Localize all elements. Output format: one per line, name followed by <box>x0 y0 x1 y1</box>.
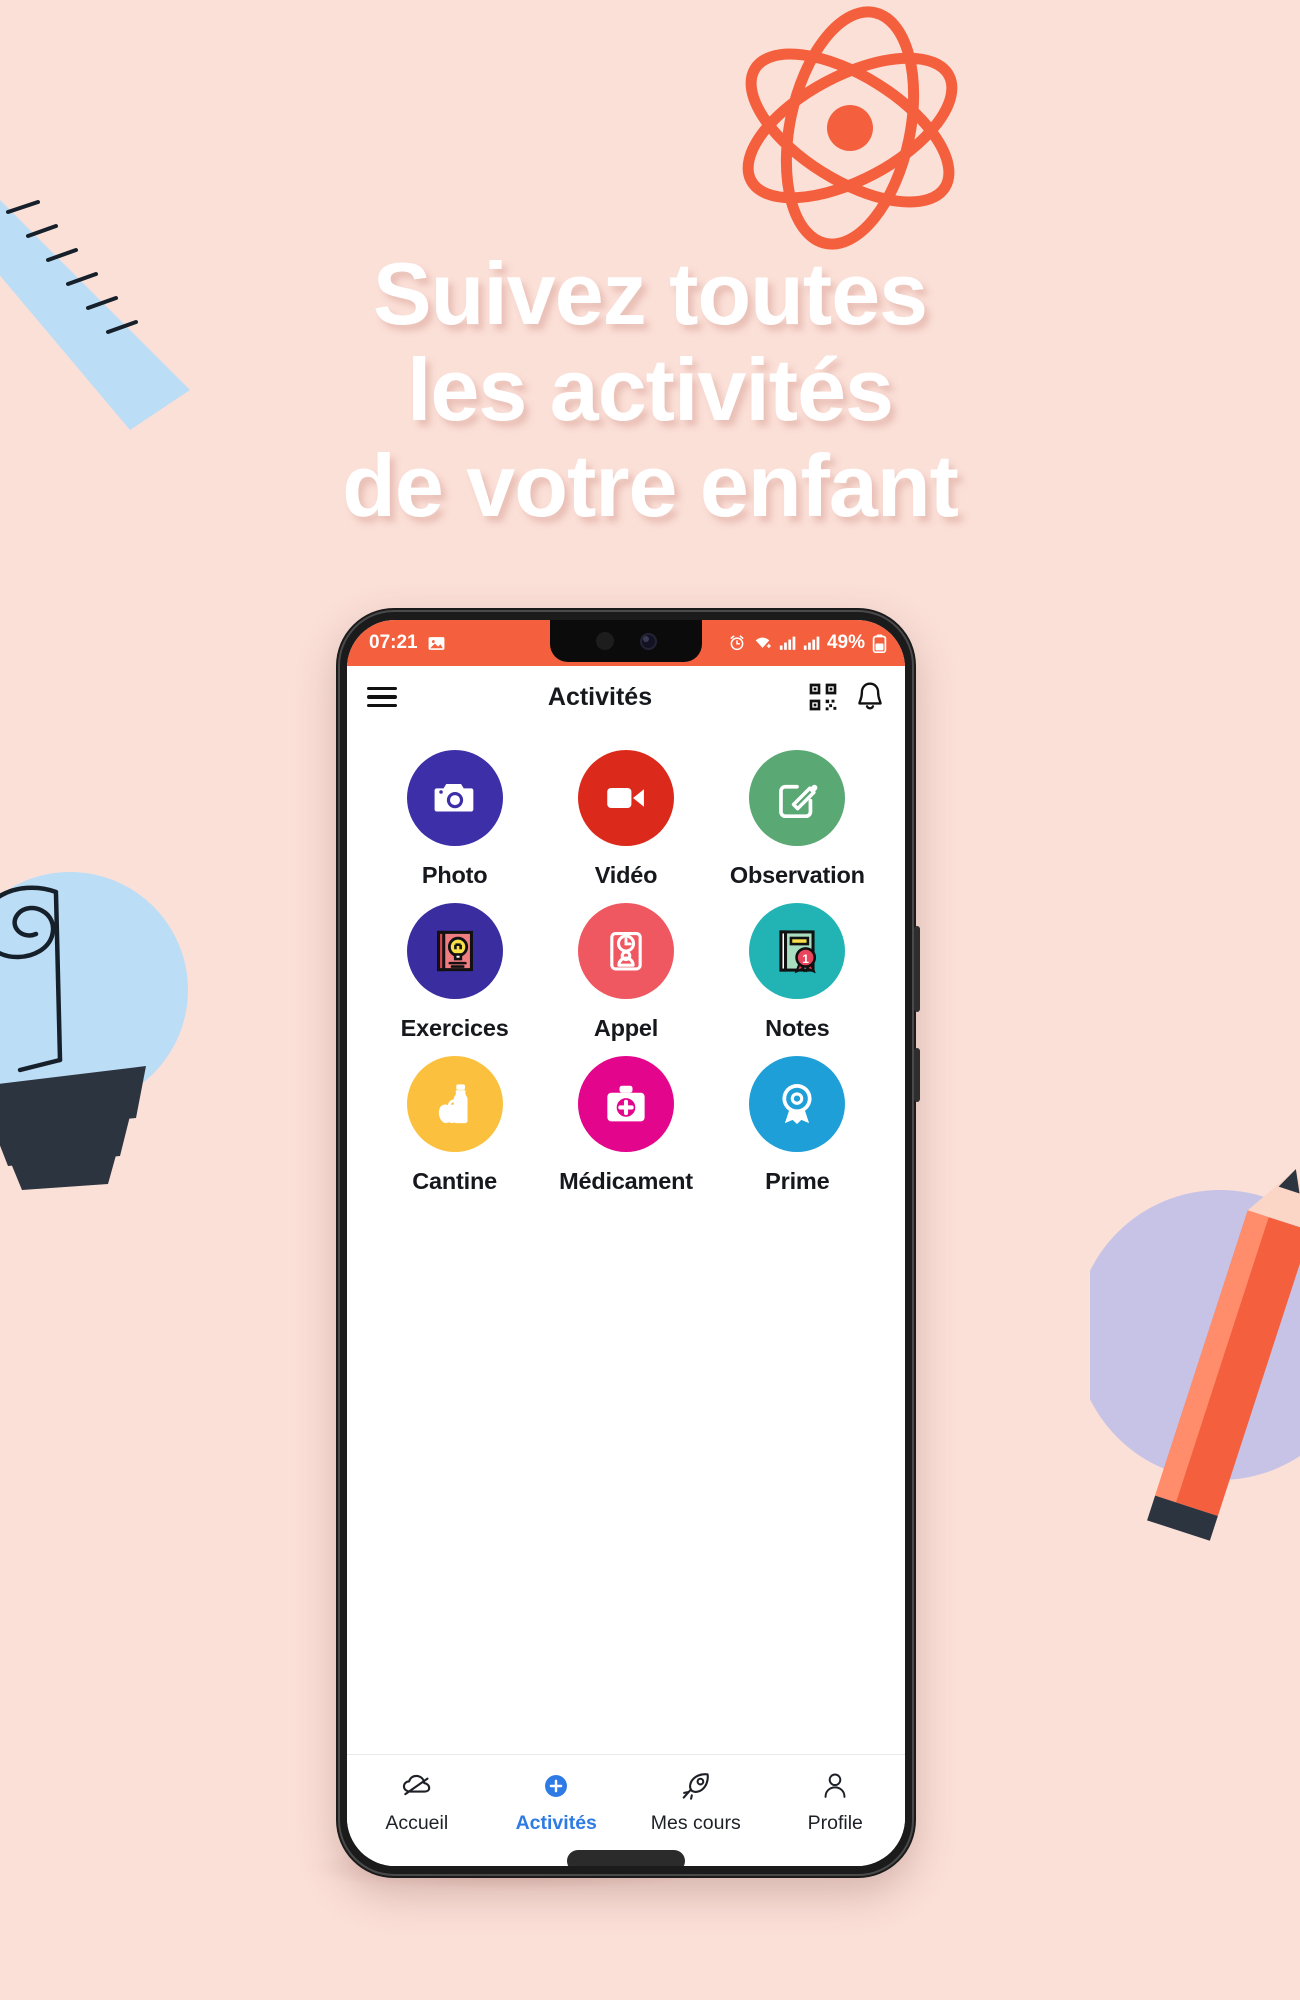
activity-label: Prime <box>765 1168 830 1194</box>
phone-notch <box>550 620 702 662</box>
activity-label: Exercices <box>400 1015 509 1041</box>
nav-label: Activités <box>515 1812 597 1834</box>
headline-line-3: de votre enfant <box>342 436 959 535</box>
activity-circle <box>577 750 674 846</box>
clipboard-clock-person-icon <box>610 931 642 971</box>
battery-percentage: 49% <box>826 632 865 653</box>
activity-label: Notes <box>765 1015 830 1041</box>
wifi-icon <box>755 637 772 649</box>
app-bar-title: Activités <box>547 682 653 711</box>
activity-circle <box>749 1056 846 1152</box>
front-camera <box>639 632 657 650</box>
bell-icon[interactable] <box>855 681 885 713</box>
activity-circle <box>406 750 503 846</box>
nav-item-accueil[interactable]: Accueil <box>347 1769 487 1835</box>
atom-illustration <box>742 6 958 250</box>
phone-screen: 07:21 49% Activités Photo Vidéo Observat… <box>347 620 905 1866</box>
rocket-icon <box>680 1769 712 1803</box>
headline-line-2: les activités <box>407 340 894 439</box>
activity-label: Photo <box>421 862 488 888</box>
activities-grid: Photo Vidéo Observation Exercices Appel … <box>347 728 905 1195</box>
activity-label: Appel <box>593 1015 659 1041</box>
activity-label: Vidéo <box>594 862 658 888</box>
nav-label: Mes cours <box>650 1812 741 1834</box>
medical-kit-icon <box>607 1085 645 1122</box>
pencil-illustration <box>1090 1169 1300 1541</box>
alarm-icon <box>730 635 744 651</box>
nav-label: Accueil <box>385 1812 449 1834</box>
nav-item-profile[interactable]: Profile <box>766 1769 906 1835</box>
battery-icon <box>872 633 887 653</box>
book-lightbulb-icon <box>436 930 473 972</box>
activity-tile-cantine[interactable]: Cantine <box>369 1056 540 1195</box>
app-bar: Activités <box>347 666 905 728</box>
activity-circle <box>577 1056 674 1152</box>
nav-item-activites[interactable]: Activités <box>487 1769 627 1835</box>
activity-circle <box>406 1056 503 1152</box>
image-icon <box>428 636 445 650</box>
home-indicator <box>567 1850 685 1866</box>
lightbulb-illustration <box>0 872 188 1190</box>
signal-icon <box>803 636 820 650</box>
headline-line-1: Suivez toutes <box>372 244 928 343</box>
speaker-sensor <box>595 632 614 650</box>
svg-text:1: 1 <box>803 952 810 966</box>
activity-tile-photo[interactable]: Photo <box>369 750 540 889</box>
edit-square-icon <box>779 784 818 819</box>
nav-label: Profile <box>807 1812 863 1834</box>
activity-tile-prime[interactable]: Prime <box>712 1056 883 1195</box>
activity-label: Cantine <box>412 1168 498 1194</box>
book-award-icon: 1 <box>779 930 817 974</box>
camera-icon <box>434 784 473 812</box>
activity-circle <box>406 903 503 999</box>
status-bar: 07:21 49% <box>347 620 905 666</box>
volume-button[interactable] <box>914 1048 920 1102</box>
activity-circle <box>749 750 846 846</box>
activity-tile-appel[interactable]: Appel <box>540 903 711 1042</box>
nav-item-mes-cours[interactable]: Mes cours <box>626 1769 766 1835</box>
activity-circle <box>577 903 674 999</box>
bottle-apple-icon <box>438 1084 468 1124</box>
qr-code-icon[interactable] <box>807 681 839 713</box>
signal-icon <box>779 636 796 650</box>
person-icon <box>821 1769 849 1803</box>
status-bar-time: 07:21 <box>369 632 418 653</box>
activity-label: Observation <box>729 862 865 888</box>
phone-mockup: 07:21 49% Activités Photo Vidéo Observat… <box>336 608 920 1878</box>
cloud-home-icon <box>401 1769 433 1803</box>
page-headline: Suivez toutes les activités de votre enf… <box>0 250 1300 530</box>
video-camera-icon <box>607 788 644 808</box>
activity-tile-medicament[interactable]: Médicament <box>540 1056 711 1195</box>
activity-tile-video[interactable]: Vidéo <box>540 750 711 889</box>
activity-tile-observation[interactable]: Observation <box>712 750 883 889</box>
activity-label: Médicament <box>559 1168 693 1194</box>
activity-tile-exercices[interactable]: Exercices <box>369 903 540 1042</box>
power-button[interactable] <box>914 926 920 1012</box>
award-medal-icon <box>782 1084 812 1124</box>
activity-circle: 1 <box>749 903 846 999</box>
plus-circle-icon <box>542 1769 570 1803</box>
activity-tile-notes[interactable]: 1 Notes <box>712 903 883 1042</box>
